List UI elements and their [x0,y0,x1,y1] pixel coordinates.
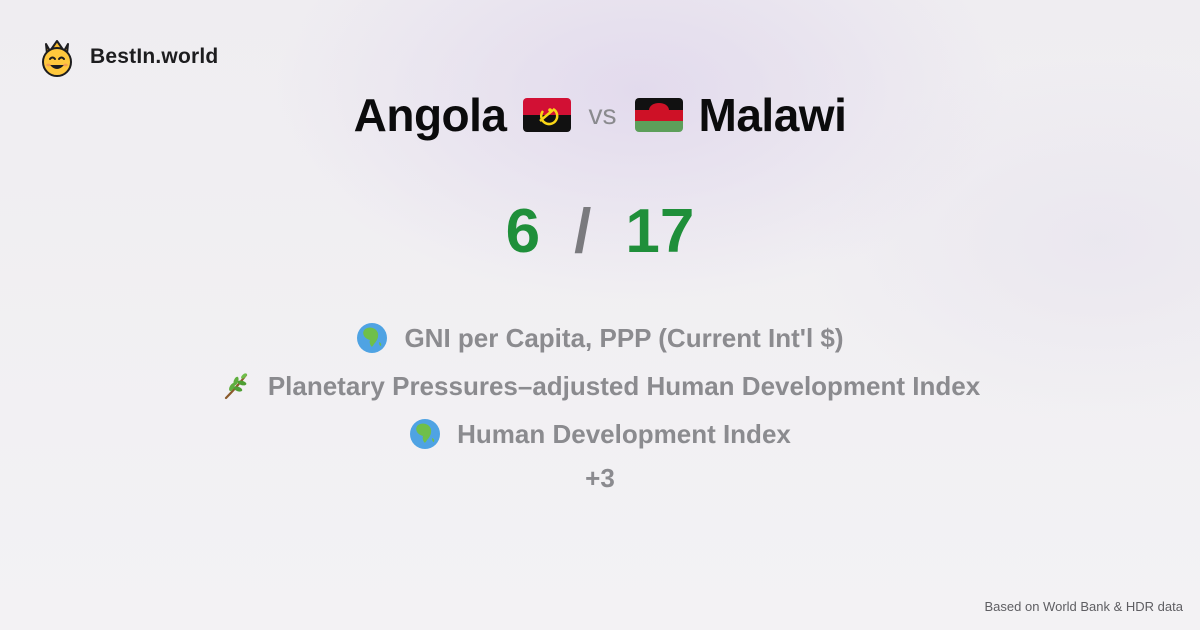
data-source-note: Based on World Bank & HDR data [984,599,1183,614]
crowned-smiley-icon [42,40,72,77]
metric-item[interactable]: Human Development Index [0,410,1200,458]
metric-item[interactable]: GNI per Capita, PPP (Current Int'l $) [0,314,1200,362]
right-country-name[interactable]: Malawi [699,88,847,142]
malawi-flag-icon [634,98,683,132]
score-separator: / [574,197,592,266]
brand-name: BestIn.world [90,45,219,68]
globe-africa-icon [357,323,388,353]
right-score: 17 [625,197,695,266]
more-metrics-link[interactable]: +3 [0,458,1200,498]
angola-flag-icon [522,98,571,132]
left-country-name[interactable]: Angola [354,88,507,142]
metric-label: GNI per Capita, PPP (Current Int'l $) [404,322,844,353]
score-display: 6 / 17 [0,196,1200,267]
metric-list: GNI per Capita, PPP (Current Int'l $) Pl… [0,314,1200,498]
metric-item[interactable]: Planetary Pressures–adjusted Human Devel… [0,362,1200,410]
globe-africa-icon [410,419,441,449]
metric-label: Planetary Pressures–adjusted Human Devel… [267,370,981,401]
metric-label: Human Development Index [457,418,791,449]
left-score: 6 [505,197,541,266]
brand[interactable]: BestIn.world [38,36,218,78]
vs-label: vs [588,99,617,130]
comparison-title: Angola vs Malawi [0,88,1200,142]
herb-icon [224,373,247,400]
